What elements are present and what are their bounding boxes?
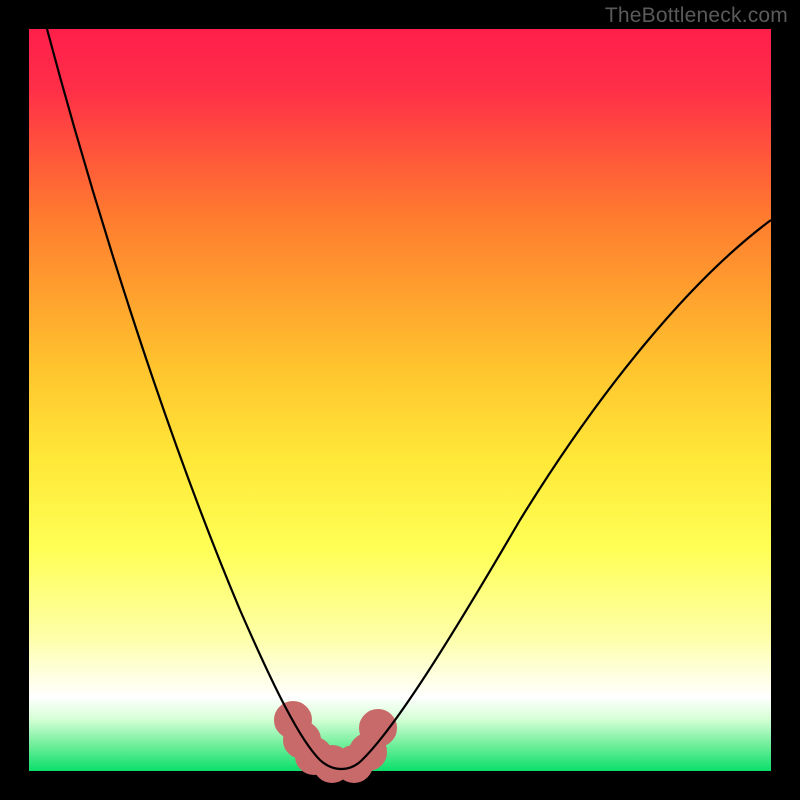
plot-gradient-area (29, 29, 771, 771)
bottleneck-chart-svg (0, 0, 800, 800)
chart-frame: { "watermark": "TheBottleneck.com", "col… (0, 0, 800, 800)
watermark-text: TheBottleneck.com (605, 4, 788, 28)
